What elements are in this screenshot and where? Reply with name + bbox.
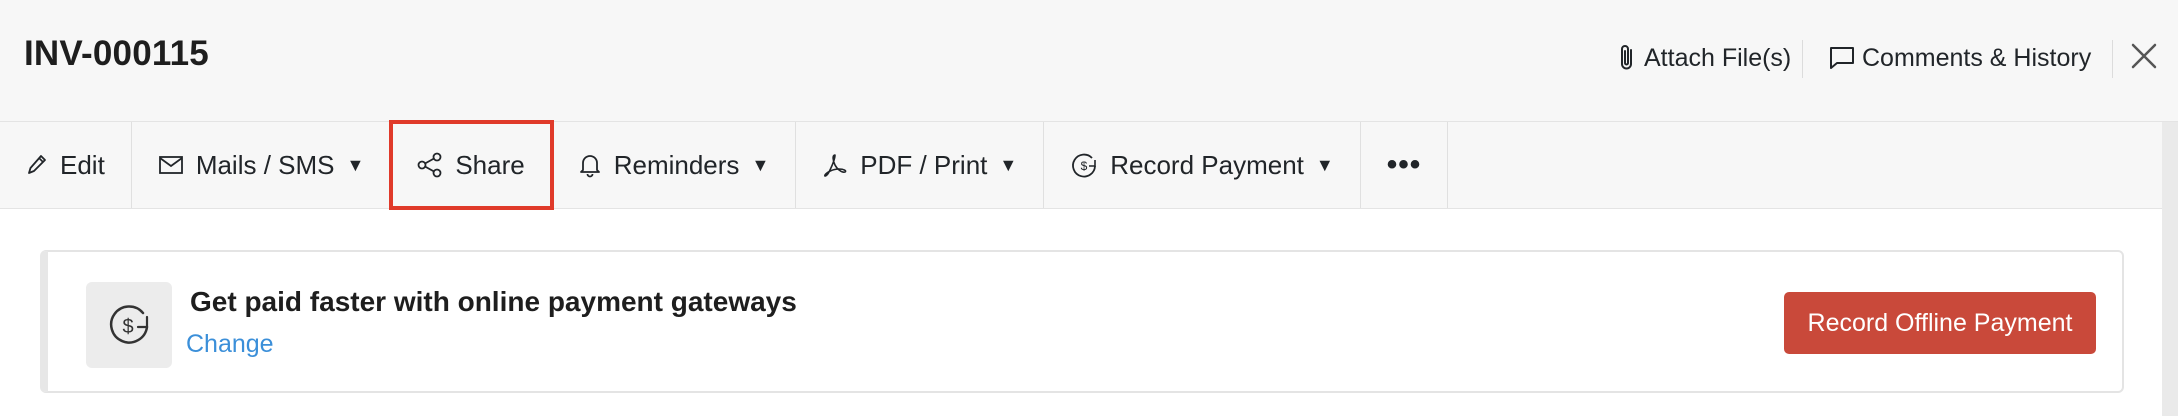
reminders-button[interactable]: Reminders ▼ [552, 122, 797, 208]
edit-button[interactable]: Edit [0, 122, 132, 208]
chevron-down-icon: ▼ [1315, 154, 1334, 175]
comments-history-label: Comments & History [1862, 43, 2092, 72]
close-icon [2131, 43, 2157, 69]
comment-icon [1830, 47, 1854, 69]
banner-title: Get paid faster with online payment gate… [190, 286, 797, 317]
dollar-cycle-icon: $ [109, 305, 149, 344]
record-offline-payment-button[interactable]: Record Offline Payment [1784, 292, 2096, 354]
share-icon [417, 152, 442, 178]
payment-gateway-banner: $ Get paid faster with online payment ga… [40, 250, 2124, 393]
share-label: Share [455, 149, 525, 180]
pdf-print-label: PDF / Print [860, 149, 988, 180]
more-icon: ••• [1386, 148, 1422, 181]
paperclip-icon [1621, 45, 1632, 70]
pencil-icon [28, 155, 46, 174]
comments-history-button[interactable]: Comments & History [1828, 38, 2091, 78]
page-title: INV-000115 [24, 34, 209, 73]
change-link[interactable]: Change [186, 330, 274, 359]
attach-files-label: Attach File(s) [1644, 43, 1792, 72]
pdf-print-button[interactable]: PDF / Print ▼ [796, 122, 1045, 208]
banner-icon-container: $ [86, 282, 172, 368]
edit-label: Edit [60, 149, 105, 180]
svg-text:$: $ [122, 316, 133, 338]
record-payment-button[interactable]: $ Record Payment ▼ [1044, 122, 1361, 208]
record-payment-label: Record Payment [1110, 149, 1304, 180]
mails-sms-button[interactable]: Mails / SMS ▼ [132, 122, 392, 208]
chevron-down-icon: ▼ [751, 154, 770, 175]
payment-icon: $ [1072, 153, 1097, 178]
mails-sms-label: Mails / SMS [195, 149, 335, 180]
attach-files-button[interactable]: Attach File(s) [1616, 38, 1791, 78]
header-divider [2112, 40, 2113, 78]
share-button[interactable]: Share [389, 120, 554, 210]
svg-text:$: $ [1081, 159, 1088, 173]
more-options-button[interactable]: ••• [1361, 122, 1449, 208]
invoice-header: INV-000115 Attach File(s) Comments & His… [0, 0, 2178, 122]
reminders-label: Reminders [613, 149, 740, 180]
header-divider [1802, 40, 1803, 78]
close-button[interactable] [2128, 40, 2160, 72]
chevron-down-icon: ▼ [346, 154, 365, 175]
mail-icon [158, 156, 183, 174]
scrollbar[interactable] [2162, 122, 2178, 416]
chevron-down-icon: ▼ [999, 154, 1018, 175]
pdf-icon [824, 154, 847, 177]
action-toolbar: Edit Mails / SMS ▼ Share Reminders ▼ PDF… [0, 120, 2162, 210]
bell-icon [579, 155, 600, 178]
